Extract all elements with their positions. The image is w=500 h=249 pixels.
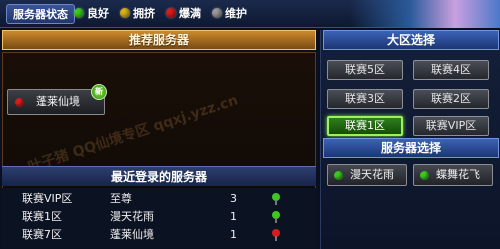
server-button-mantian-huayu[interactable]: 漫天花雨 <box>327 164 407 186</box>
right-panel: 大区选择 联赛5区 联赛4区 联赛3区 联赛2区 联赛1区 联赛VIP区 服务器… <box>320 30 500 249</box>
green-status-dot-icon <box>420 171 429 180</box>
recent-area: 联赛1区 <box>22 210 62 223</box>
region-button-3[interactable]: 联赛3区 <box>327 89 403 109</box>
yellow-status-dot-icon <box>120 8 130 18</box>
region-button-2[interactable]: 联赛2区 <box>413 89 489 109</box>
recent-server-row[interactable]: 联赛1区 漫天花雨 1 <box>2 208 316 226</box>
server-status-title: 服务器状态 <box>6 4 75 24</box>
green-status-dot-icon <box>334 171 343 180</box>
new-badge: 新 <box>91 84 107 100</box>
recent-level: 1 <box>230 210 237 223</box>
left-panel: 推荐服务器 叶子猪 QQ仙境专区 qqxj.yzz.cn 蓬莱仙境 新 最近登录… <box>0 30 318 249</box>
recent-server-name: 蓬莱仙境 <box>110 228 154 241</box>
recent-servers-list: 联赛VIP区 至尊 3 联赛1区 漫天花雨 1 联赛7区 蓬莱仙境 1 <box>2 188 316 248</box>
region-button-4[interactable]: 联赛4区 <box>413 60 489 80</box>
region-button-vip[interactable]: 联赛VIP区 <box>413 116 489 136</box>
recommended-server-header: 推荐服务器 <box>2 30 316 50</box>
green-status-dot-icon <box>74 8 84 18</box>
legend-good: 良好 <box>74 5 109 23</box>
red-status-dot-icon <box>15 98 24 107</box>
banner-artwork <box>350 0 500 28</box>
recent-area: 联赛VIP区 <box>22 192 73 205</box>
legend-maintenance-label: 维护 <box>225 7 247 20</box>
legend-busy: 拥挤 <box>120 5 155 23</box>
region-button-5[interactable]: 联赛5区 <box>327 60 403 80</box>
recent-server-name: 漫天花雨 <box>110 210 154 223</box>
recommended-server-name: 蓬莱仙境 <box>36 95 80 108</box>
recent-area: 联赛7区 <box>22 228 62 241</box>
legend-busy-label: 拥挤 <box>133 7 155 20</box>
legend-good-label: 良好 <box>87 7 109 20</box>
server-name: 漫天花雨 <box>350 168 394 181</box>
recent-servers-header: 最近登录的服务器 <box>2 166 316 186</box>
legend-full: 爆满 <box>166 5 201 23</box>
red-status-light-icon <box>272 229 280 241</box>
legend-full-label: 爆满 <box>179 7 201 20</box>
gray-status-dot-icon <box>212 8 222 18</box>
server-select-header: 服务器选择 <box>323 138 499 158</box>
green-status-light-icon <box>272 211 280 223</box>
green-status-light-icon <box>272 193 280 205</box>
region-button-1[interactable]: 联赛1区 <box>327 116 403 136</box>
recent-server-row[interactable]: 联赛VIP区 至尊 3 <box>2 190 316 208</box>
red-status-dot-icon <box>166 8 176 18</box>
server-name: 蝶舞花飞 <box>436 168 480 181</box>
recent-server-row[interactable]: 联赛7区 蓬莱仙境 1 <box>2 226 316 244</box>
recent-level: 1 <box>230 228 237 241</box>
server-status-bar: 服务器状态 良好 拥挤 爆满 维护 <box>0 0 500 28</box>
region-select-header: 大区选择 <box>323 30 499 50</box>
recent-level: 3 <box>230 192 237 205</box>
recent-server-name: 至尊 <box>110 192 132 205</box>
legend-maintenance: 维护 <box>212 5 247 23</box>
server-button-diewu-huafei[interactable]: 蝶舞花飞 <box>413 164 493 186</box>
